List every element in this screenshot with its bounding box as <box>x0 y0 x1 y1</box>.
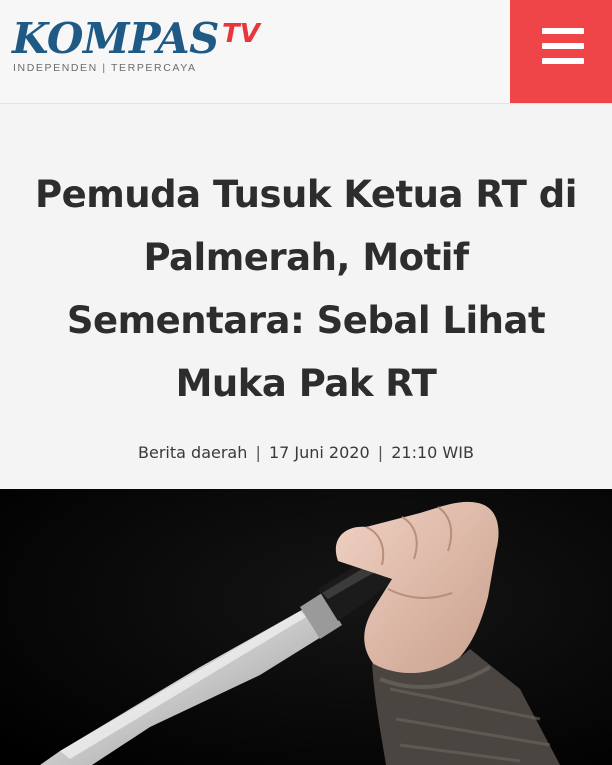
logo-wordmark: KOMPAS <box>12 14 219 63</box>
meta-separator: | <box>255 443 261 462</box>
meta-separator: | <box>377 443 384 462</box>
menu-button[interactable] <box>510 0 612 103</box>
logo-tagline: INDEPENDEN | TERPERCAYA <box>13 62 197 74</box>
article-meta: Berita daerah | 17 Juni 2020 | 21:10 WIB <box>0 441 612 465</box>
article-date: 17 Juni 2020 <box>268 443 370 462</box>
kompas-tv-logo[interactable]: KOMPAS TV INDEPENDEN | TERPERCAYA <box>12 14 282 84</box>
logo-tv-suffix: TV <box>222 19 260 49</box>
article-time: 21:10 WIB <box>391 443 474 462</box>
article-category[interactable]: Berita daerah <box>138 443 247 462</box>
article-title: Pemuda Tusuk Ketua RT di Palmerah, Motif… <box>35 173 577 405</box>
site-header: KOMPAS TV INDEPENDEN | TERPERCAYA <box>0 0 612 104</box>
article-photo <box>0 489 612 765</box>
knife-in-hand-illustration <box>0 489 612 765</box>
